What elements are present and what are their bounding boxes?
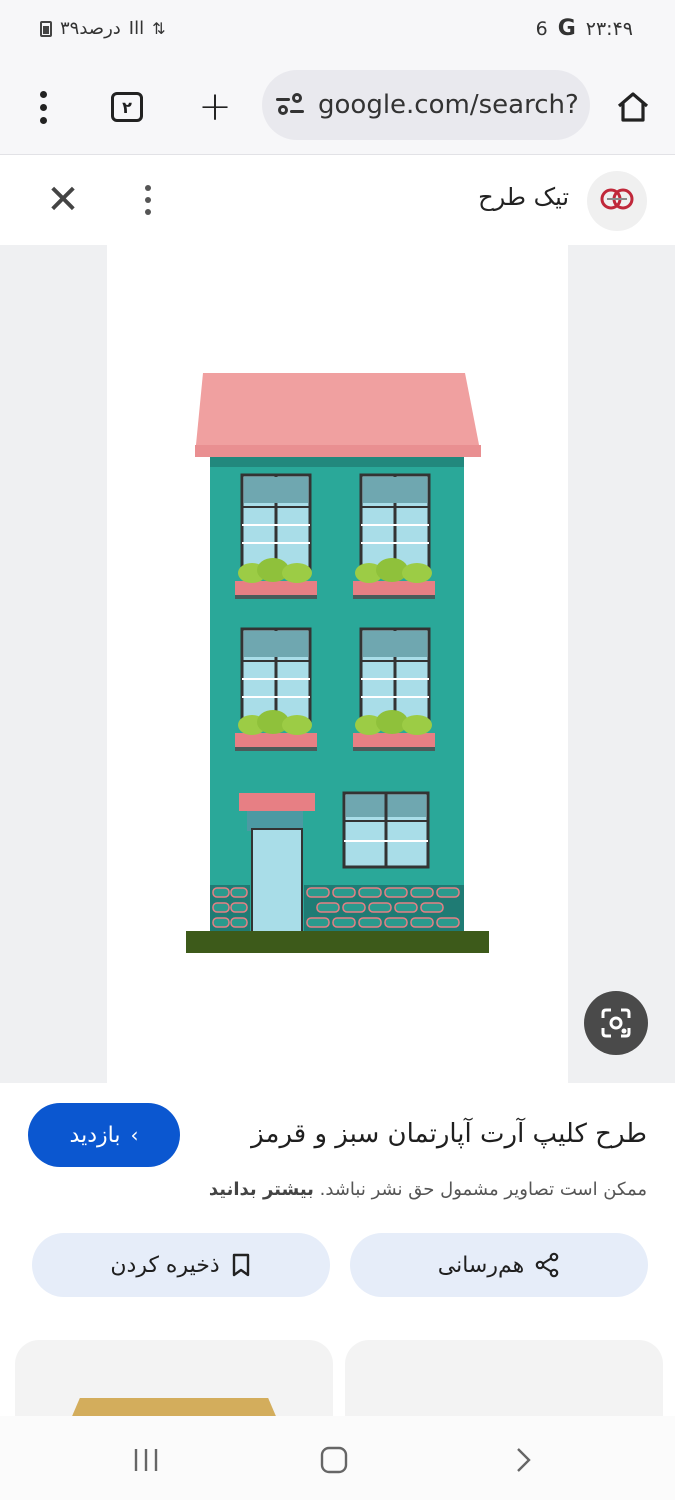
related-images	[0, 1340, 675, 1416]
viewer-menu-button[interactable]	[130, 177, 166, 223]
status-left: ۳۹درصد Ill ⇅	[40, 18, 166, 39]
signal-icon: Ill	[128, 18, 145, 39]
site-logo[interactable]	[587, 171, 647, 231]
image-title: طرح کلیپ آرت آپارتمان سبز و قرمز	[251, 1119, 647, 1149]
copyright-notice: ممکن است تصاویر مشمول حق نشر نباشد. بیشت…	[209, 1179, 647, 1200]
home-nav-button[interactable]	[312, 1438, 356, 1482]
battery-icon	[40, 20, 52, 37]
image-frame[interactable]	[107, 245, 568, 1083]
visit-label: بازدید	[69, 1122, 121, 1148]
battery-text: ۳۹درصد	[60, 18, 121, 39]
lens-icon	[601, 1008, 631, 1038]
save-label: ذخیره کردن	[110, 1252, 220, 1278]
google-lens-button[interactable]	[584, 991, 648, 1055]
image-area	[0, 245, 675, 1083]
chevron-right-icon	[517, 1448, 531, 1472]
notice-text: ممکن است تصاویر مشمول حق نشر نباشد.	[319, 1179, 647, 1200]
home-icon	[617, 92, 649, 122]
close-icon: ✕	[46, 177, 80, 223]
close-button[interactable]: ✕	[40, 177, 86, 223]
clock: ۲۳:۴۹	[585, 17, 633, 40]
share-icon	[535, 1252, 559, 1278]
browser-toolbar: ۲ + google.com/search?	[0, 60, 675, 155]
tab-switcher-button[interactable]: ۲	[102, 82, 152, 132]
url-bar[interactable]: google.com/search?	[262, 70, 590, 140]
related-thumbnail[interactable]	[15, 1340, 333, 1416]
bookmark-icon	[232, 1253, 249, 1277]
site-settings-icon[interactable]	[276, 93, 304, 117]
recents-icon	[134, 1449, 158, 1471]
save-button[interactable]: ذخیره کردن	[32, 1233, 330, 1297]
plus-icon: +	[198, 84, 232, 130]
new-tab-button[interactable]: +	[190, 82, 240, 132]
more-vert-icon	[39, 90, 47, 124]
network-digit: 6	[535, 17, 548, 40]
image-info-panel: بازدید ‹ طرح کلیپ آرت آپارتمان سبز و قرم…	[0, 1083, 675, 1343]
building-clipart	[186, 373, 489, 953]
site-logo-icon	[600, 188, 634, 210]
more-vert-icon	[145, 185, 151, 215]
system-nav-bar	[0, 1416, 675, 1500]
visit-button[interactable]: بازدید ‹	[28, 1103, 180, 1167]
chevron-left-icon: ‹	[130, 1123, 139, 1147]
image-viewer-header: ✕ تیک طرح	[0, 155, 675, 245]
back-button[interactable]	[500, 1438, 544, 1482]
tab-count: ۲	[111, 92, 143, 122]
recents-button[interactable]	[124, 1438, 168, 1482]
learn-more-link[interactable]: بیشتر بدانید	[209, 1179, 314, 1200]
google-g-icon: G	[557, 16, 576, 41]
thumbnail-roof-snippet	[67, 1398, 281, 1416]
related-thumbnail[interactable]	[345, 1340, 663, 1416]
data-arrows-icon: ⇅	[152, 19, 166, 38]
home-button[interactable]	[608, 82, 658, 132]
home-nav-icon	[320, 1446, 348, 1474]
site-name[interactable]: تیک طرح	[478, 183, 569, 211]
status-bar: ۳۹درصد Ill ⇅ 6 G ۲۳:۴۹	[0, 0, 675, 60]
share-label: هم‌رسانی	[437, 1252, 525, 1278]
status-right: 6 G ۲۳:۴۹	[536, 16, 633, 41]
browser-menu-button[interactable]	[18, 82, 68, 132]
url-text[interactable]: google.com/search?	[318, 90, 580, 120]
share-button[interactable]: هم‌رسانی	[350, 1233, 648, 1297]
